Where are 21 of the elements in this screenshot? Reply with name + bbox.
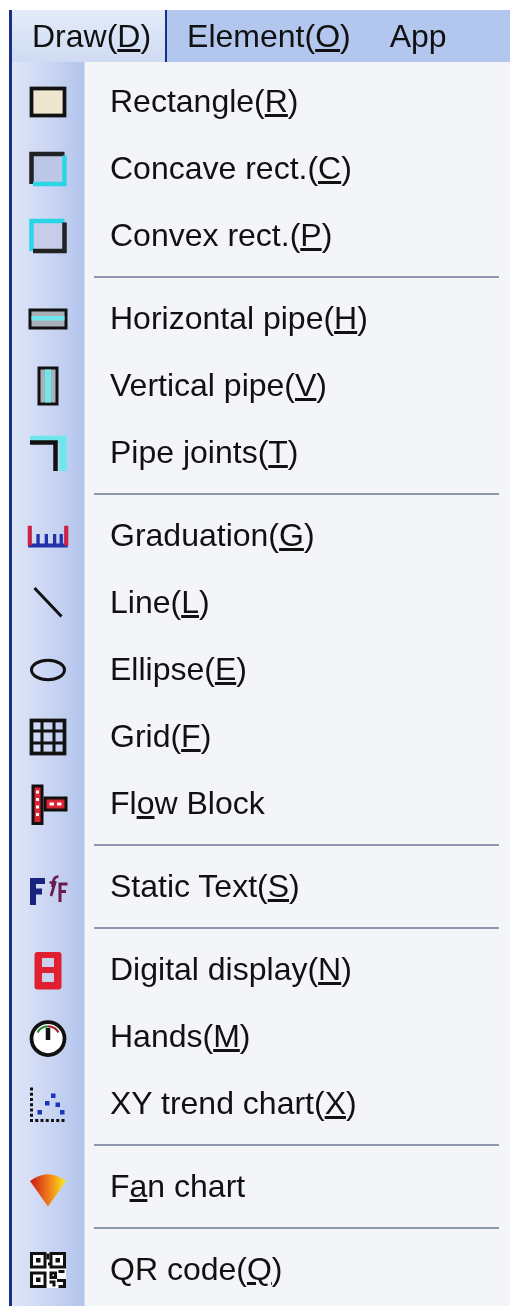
menu-item[interactable]: Flow Block	[110, 785, 265, 822]
menu-item[interactable]: Concave rect.(C)	[110, 150, 352, 187]
menu-item[interactable]: Grid(F)	[110, 718, 212, 755]
menu-item[interactable]: Horizontal pipe(H)	[110, 300, 368, 337]
ruler-scale-icon	[27, 523, 69, 548]
menu-item[interactable]: Graduation(G)	[110, 517, 315, 554]
menu-item[interactable]: Digital display(N)	[110, 951, 352, 988]
menu-bar-item[interactable]: Element(O)	[167, 10, 370, 62]
menu-item[interactable]: Vertical pipe(V)	[110, 367, 327, 404]
menu-item[interactable]: QR code(Q)	[110, 1251, 283, 1288]
menu-item[interactable]: Fan chart	[110, 1168, 246, 1205]
menu-item[interactable]: Line(L)	[110, 584, 210, 621]
menu-item[interactable]: Hands(M)	[110, 1018, 251, 1055]
menu-item[interactable]: Ellipse(E)	[110, 651, 247, 688]
menu-item[interactable]: Pipe joints(T)	[110, 434, 299, 471]
menu-bar-item[interactable]: App	[369, 10, 466, 62]
menu-item[interactable]: XY trend chart(X)	[110, 1085, 357, 1122]
menu-item[interactable]: Static Text(S)	[110, 868, 300, 905]
menu-bar-item[interactable]: Draw(D)	[12, 10, 168, 62]
menu-item[interactable]: Convex rect.(P)	[110, 217, 333, 254]
menu-item[interactable]: Rectangle(R)	[110, 83, 299, 120]
